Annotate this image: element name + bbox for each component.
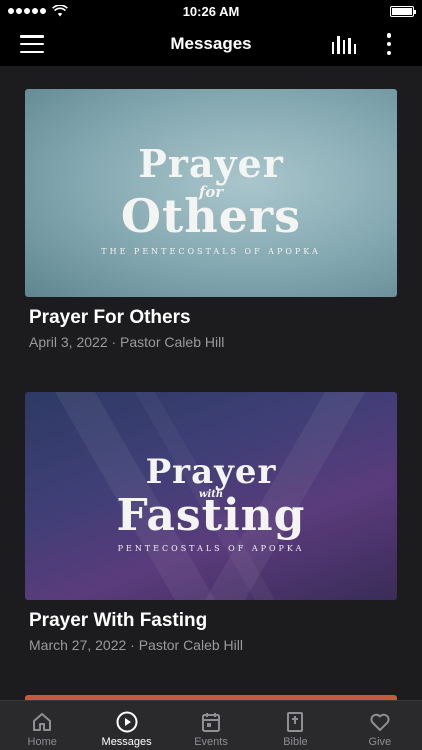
signal-indicator [8, 5, 68, 17]
audio-bars-icon[interactable] [332, 34, 357, 54]
message-thumbnail[interactable]: Prayer for Others THE PENTECOSTALS OF AP… [25, 89, 397, 297]
tab-home[interactable]: Home [0, 701, 84, 750]
message-meta: March 27, 2022 · Pastor Caleb Hill [29, 637, 243, 653]
message-title[interactable]: Prayer For Others [29, 307, 397, 329]
signal-dots-icon [8, 8, 46, 14]
tab-bible[interactable]: Bible [253, 701, 337, 750]
tab-events[interactable]: Events [169, 701, 253, 750]
home-icon [33, 713, 52, 731]
tab-bar: Home Messages Events Bible Give [0, 700, 422, 750]
art-subtitle: THE PENTECOSTALS OF APOPKA [101, 247, 321, 256]
bible-icon [287, 712, 304, 732]
tab-label: Give [368, 736, 392, 748]
status-bar: 10:26 AM [0, 0, 422, 22]
art-line1: Prayer [145, 452, 277, 492]
tab-label: Bible [283, 736, 308, 748]
heart-icon [370, 713, 390, 731]
message-title[interactable]: Prayer With Fasting [29, 610, 397, 632]
calendar-icon [202, 713, 221, 732]
page-title: Messages [170, 34, 252, 53]
tab-label: Messages [101, 736, 152, 748]
messages-list[interactable]: Prayer for Others THE PENTECOSTALS OF AP… [0, 66, 422, 700]
play-icon [116, 711, 138, 733]
message-card[interactable]: Prayer with Fasting PENTECOSTALS OF APOP… [25, 392, 397, 653]
art-line3: Others [120, 189, 302, 243]
message-thumbnail[interactable]: Prayer with Fasting PENTECOSTALS OF APOP… [25, 392, 397, 600]
tab-label: Home [27, 736, 57, 748]
art-subtitle: PENTECOSTALS OF APOPKA [117, 544, 305, 553]
message-meta: April 3, 2022 · Pastor Caleb Hill [29, 334, 225, 350]
more-options-icon[interactable] [386, 33, 392, 55]
nav-bar: Messages [0, 22, 422, 66]
tab-label: Events [194, 736, 228, 748]
wifi-icon [52, 5, 68, 17]
battery-icon [390, 5, 416, 17]
art-line1: Prayer [138, 141, 284, 186]
tab-give[interactable]: Give [338, 701, 422, 750]
tab-messages[interactable]: Messages [84, 701, 168, 750]
art-line3: Fasting [116, 490, 306, 541]
message-card[interactable]: Prayer for Others THE PENTECOSTALS OF AP… [25, 89, 397, 350]
